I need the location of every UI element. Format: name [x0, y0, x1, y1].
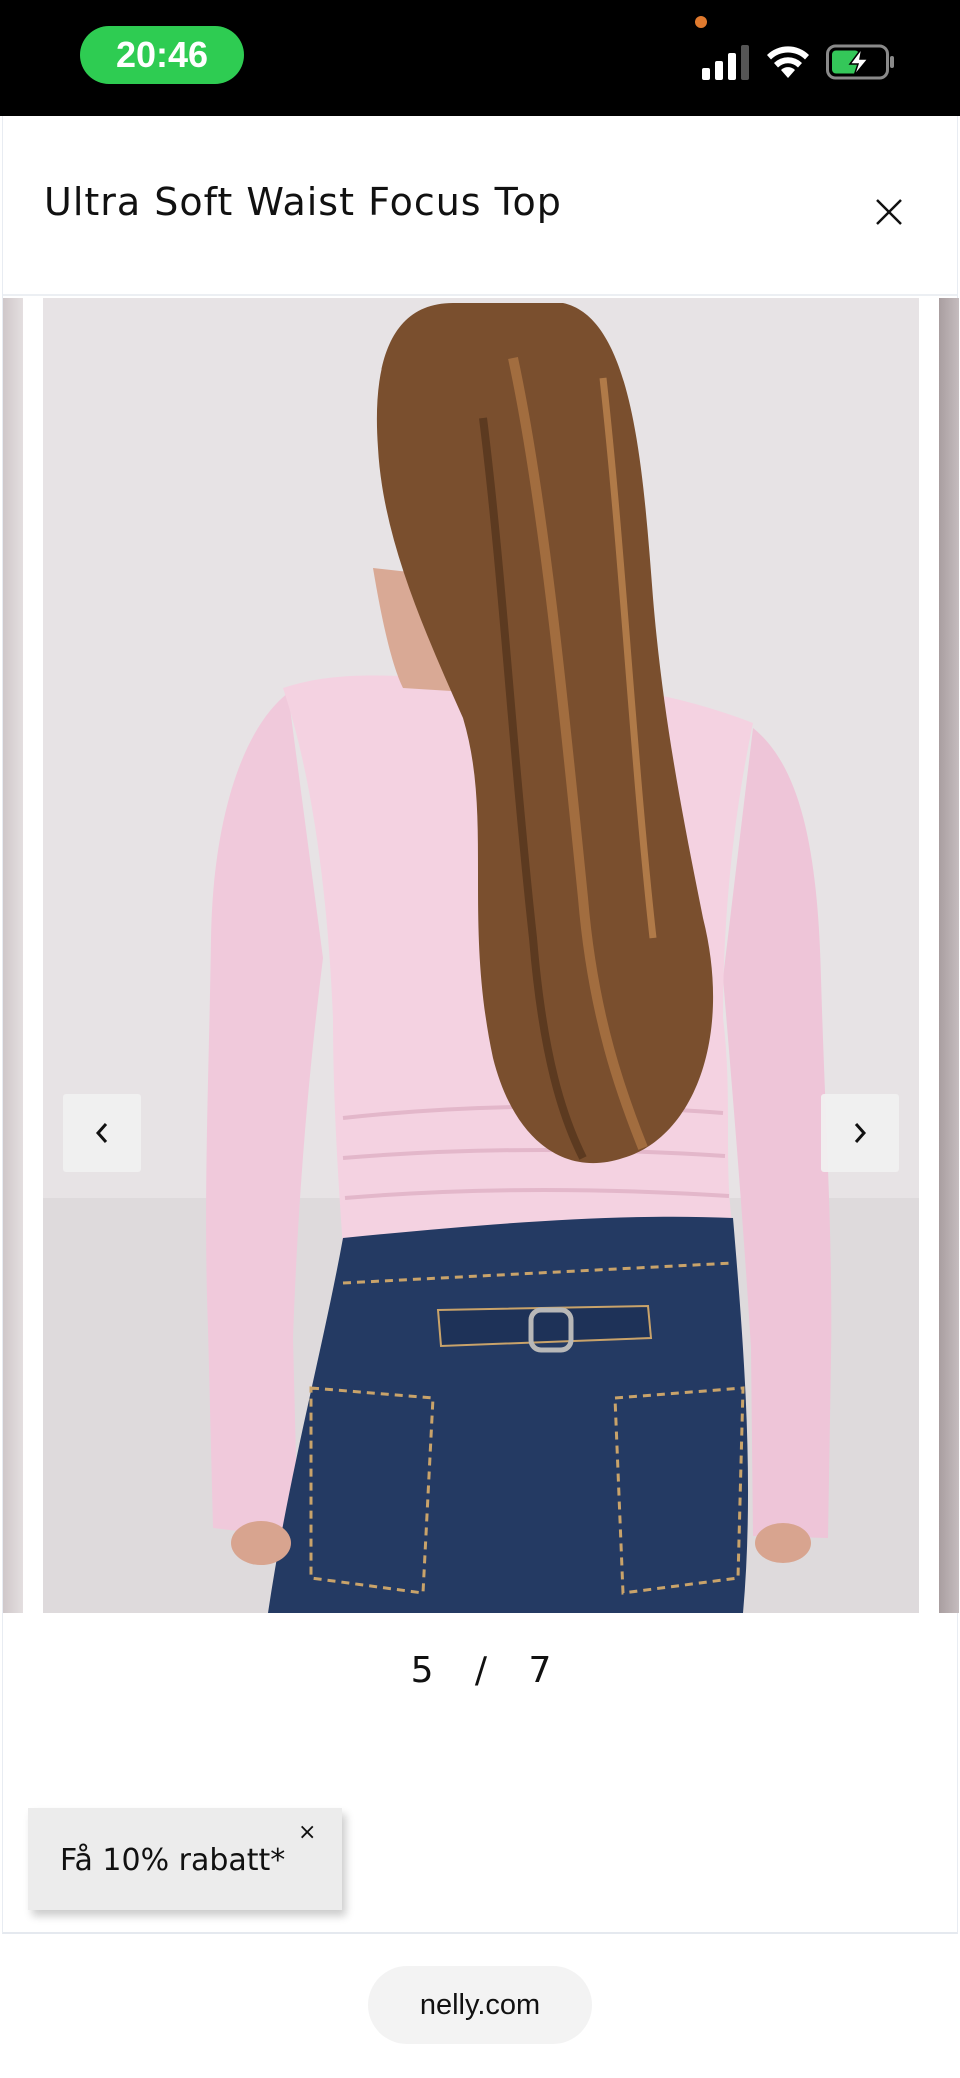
- close-button[interactable]: [863, 186, 915, 238]
- image-counter-total: 7: [528, 1650, 552, 1691]
- image-counter-current: 5: [410, 1650, 434, 1691]
- wifi-icon: [767, 46, 809, 78]
- image-counter: 5 / 7: [3, 1650, 959, 1691]
- address-bar[interactable]: nelly.com: [368, 1966, 592, 2044]
- product-image-modal: Ultra Soft Waist Focus Top 5 / 7 Få 10% …: [2, 116, 959, 1934]
- next-image-peek: [939, 298, 959, 1613]
- next-image-button[interactable]: [821, 1094, 899, 1172]
- status-bar: 20:46: [0, 0, 960, 116]
- discount-toast[interactable]: Få 10% rabatt* ×: [28, 1808, 342, 1910]
- chevron-right-icon: [854, 1123, 867, 1143]
- image-counter-separator: /: [474, 1650, 488, 1691]
- previous-image-peek: [3, 298, 23, 1613]
- image-carousel[interactable]: [3, 298, 959, 1613]
- battery-charging-icon: [826, 44, 894, 80]
- status-time: 20:46: [80, 26, 244, 84]
- privacy-indicator-dot: [695, 16, 707, 28]
- product-image: [43, 298, 919, 1613]
- product-title: Ultra Soft Waist Focus Top: [44, 180, 562, 224]
- modal-header: Ultra Soft Waist Focus Top: [3, 116, 957, 296]
- close-icon: [876, 199, 902, 225]
- signal-icon: [702, 45, 749, 80]
- previous-image-button[interactable]: [63, 1094, 141, 1172]
- chevron-left-icon: [95, 1123, 108, 1143]
- discount-toast-close-button[interactable]: ×: [298, 1820, 316, 1845]
- discount-toast-label: Få 10% rabatt*: [60, 1843, 286, 1878]
